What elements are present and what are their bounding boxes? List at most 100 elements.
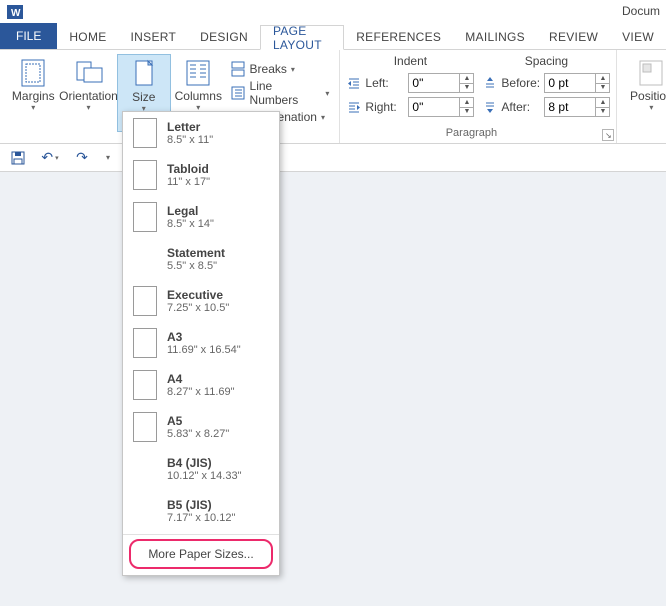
chevron-down-icon: ▾: [31, 103, 35, 112]
size-option-dims: 11" x 17": [167, 176, 210, 188]
more-paper-sizes-button[interactable]: More Paper Sizes...: [129, 539, 273, 569]
indent-right-icon: [346, 100, 362, 114]
size-dropdown-menu: Letter8.5" x 11"Tabloid11" x 17"Legal8.5…: [122, 111, 280, 576]
size-option-tabloid[interactable]: Tabloid11" x 17": [123, 154, 279, 196]
menu-separator: [123, 534, 279, 535]
page-icon: [133, 244, 157, 274]
size-option-name: B4 (JIS): [167, 456, 241, 470]
size-option-name: Tabloid: [167, 162, 210, 176]
tab-home[interactable]: HOME: [57, 24, 118, 49]
size-option-a4[interactable]: A48.27" x 11.69": [123, 364, 279, 406]
breaks-button[interactable]: Breaks ▾: [228, 58, 332, 80]
redo-button[interactable]: ↷: [72, 148, 92, 168]
line-numbers-button[interactable]: Line Numbers ▾: [228, 82, 332, 104]
tab-review[interactable]: REVIEW: [537, 24, 610, 49]
position-label: Position: [630, 90, 666, 103]
indent-left-spinner[interactable]: ▲▼: [408, 73, 474, 93]
ribbon: Margins ▾ Orientation ▾ Size ▾: [0, 50, 666, 144]
customize-qat-button[interactable]: ▾: [98, 148, 118, 168]
page-icon: [133, 118, 157, 148]
spacing-after-label: After:: [501, 100, 541, 114]
spin-up-icon[interactable]: ▲: [460, 97, 474, 107]
spacing-before-spinner[interactable]: ▲▼: [544, 73, 610, 93]
size-option-dims: 8.27" x 11.69": [167, 386, 235, 398]
size-option-letter[interactable]: Letter8.5" x 11": [123, 112, 279, 154]
breaks-icon: [230, 61, 246, 77]
window-title: Docum: [622, 4, 660, 18]
spin-up-icon[interactable]: ▲: [596, 73, 610, 83]
size-option-executive[interactable]: Executive7.25" x 10.5": [123, 280, 279, 322]
margins-button[interactable]: Margins ▾: [6, 54, 61, 132]
indent-left-icon: [346, 76, 362, 90]
indent-left-label: Left:: [365, 76, 405, 90]
spacing-after-input[interactable]: [544, 97, 596, 117]
quick-access-toolbar: ↶▾ ↷ ▾: [0, 144, 666, 172]
page-icon: [133, 370, 157, 400]
size-label: Size: [132, 91, 155, 104]
indent-right-label: Right:: [365, 100, 405, 114]
position-icon: [637, 56, 665, 90]
chevron-down-icon: ▾: [325, 89, 329, 98]
orientation-button[interactable]: Orientation ▾: [61, 54, 117, 132]
indent-right-input[interactable]: [408, 97, 460, 117]
tab-file[interactable]: FILE: [0, 23, 57, 49]
margins-icon: [19, 56, 47, 90]
size-option-name: Executive: [167, 288, 229, 302]
tab-page-layout[interactable]: PAGE LAYOUT: [260, 25, 344, 50]
group-paragraph-label: Paragraph: [346, 127, 610, 141]
spacing-heading: Spacing: [482, 54, 610, 70]
spacing-after-icon: [482, 100, 498, 114]
spacing-before-input[interactable]: [544, 73, 596, 93]
size-option-name: A3: [167, 330, 241, 344]
spin-down-icon[interactable]: ▼: [460, 107, 474, 118]
size-option-statement[interactable]: Statement5.5" x 8.5": [123, 238, 279, 280]
orientation-icon: [74, 56, 104, 90]
chevron-down-icon: ▾: [321, 113, 325, 122]
tab-view[interactable]: VIEW: [610, 24, 666, 49]
size-option-b5-jis-[interactable]: B5 (JIS)7.17" x 10.12": [123, 490, 279, 532]
size-option-dims: 5.5" x 8.5": [167, 260, 225, 272]
size-option-name: Letter: [167, 120, 213, 134]
spin-down-icon[interactable]: ▼: [460, 83, 474, 94]
chevron-down-icon: ▾: [291, 65, 295, 74]
orientation-label: Orientation: [59, 90, 118, 103]
size-option-dims: 7.25" x 10.5": [167, 302, 229, 314]
tab-mailings[interactable]: MAILINGS: [453, 24, 537, 49]
ribbon-tabs: FILE HOME INSERT DESIGN PAGE LAYOUT REFE…: [0, 24, 666, 50]
page-icon: [133, 286, 157, 316]
chevron-down-icon: ▾: [55, 154, 59, 162]
chevron-down-icon: ▾: [649, 103, 653, 112]
save-button[interactable]: [8, 148, 28, 168]
spin-up-icon[interactable]: ▲: [596, 97, 610, 107]
spacing-after-spinner[interactable]: ▲▼: [544, 97, 610, 117]
margins-label: Margins: [12, 90, 55, 103]
page-icon: [133, 202, 157, 232]
tab-references[interactable]: REFERENCES: [344, 24, 453, 49]
spin-down-icon[interactable]: ▼: [596, 83, 610, 94]
size-option-a5[interactable]: A55.83" x 8.27": [123, 406, 279, 448]
indent-right-spinner[interactable]: ▲▼: [408, 97, 474, 117]
page-icon: [133, 328, 157, 358]
indent-left-input[interactable]: [408, 73, 460, 93]
spacing-before-label: Before:: [501, 76, 541, 90]
spin-down-icon[interactable]: ▼: [596, 107, 610, 118]
size-option-dims: 8.5" x 11": [167, 134, 213, 146]
indent-heading: Indent: [346, 54, 474, 70]
size-option-name: A4: [167, 372, 235, 386]
size-option-legal[interactable]: Legal8.5" x 14": [123, 196, 279, 238]
line-numbers-label: Line Numbers: [250, 79, 322, 107]
page-icon: [133, 412, 157, 442]
group-paragraph: Indent Left: ▲▼ Right: ▲▼ Spacing Before…: [340, 50, 617, 143]
paragraph-dialog-launcher[interactable]: ↘: [602, 129, 614, 141]
size-option-a3[interactable]: A311.69" x 16.54": [123, 322, 279, 364]
spin-up-icon[interactable]: ▲: [460, 73, 474, 83]
document-area: [0, 172, 666, 606]
tab-insert[interactable]: INSERT: [119, 24, 189, 49]
size-option-name: A5: [167, 414, 229, 428]
size-option-dims: 7.17" x 10.12": [167, 512, 235, 524]
tab-design[interactable]: DESIGN: [188, 24, 260, 49]
size-option-b4-jis-[interactable]: B4 (JIS)10.12" x 14.33": [123, 448, 279, 490]
size-option-dims: 11.69" x 16.54": [167, 344, 241, 356]
undo-button[interactable]: ↶▾: [40, 148, 60, 168]
page-icon: [133, 160, 157, 190]
